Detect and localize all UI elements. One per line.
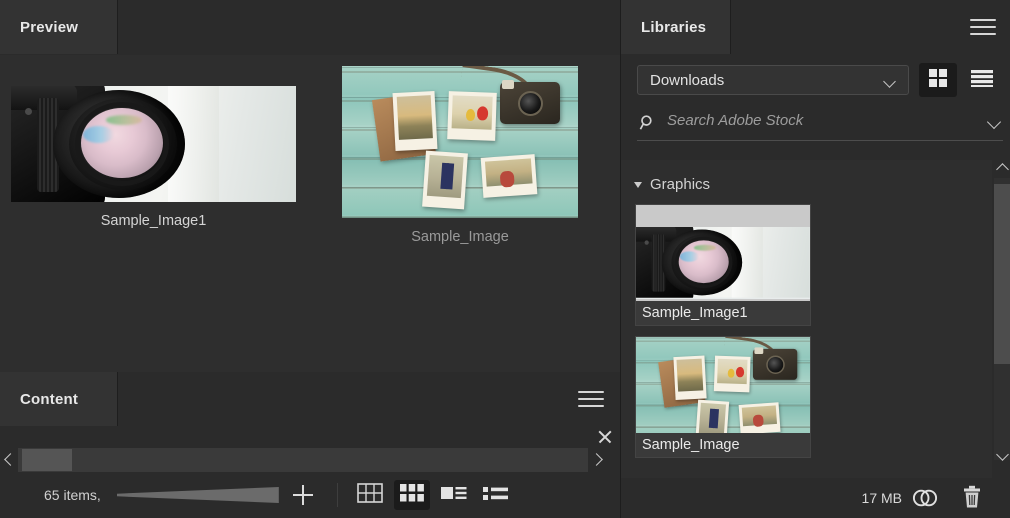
scrollbar-thumb[interactable] (994, 184, 1010, 364)
libraries-tabbar: Libraries (621, 0, 1010, 55)
app-window: Preview Sample_Image1 Sample_Image Conte… (0, 0, 1010, 518)
search-adobe-stock-row[interactable]: Search Adobe Stock (637, 107, 1003, 141)
libraries-footer: 17 MB (621, 478, 1010, 518)
preview-item[interactable]: Sample_Image1 (11, 86, 296, 229)
tab-libraries-label: Libraries (641, 18, 707, 36)
chevron-down-icon (885, 77, 896, 84)
preview-body: Sample_Image1 Sample_Image (0, 55, 620, 372)
tab-preview-label: Preview (20, 18, 79, 36)
grid-outline-icon (357, 482, 383, 508)
hamburger-icon[interactable] (970, 19, 996, 37)
asset-thumbnail (636, 205, 810, 301)
library-asset-item[interactable]: Sample_Image1 (635, 204, 811, 326)
grid-icon (928, 68, 948, 93)
items-count-label: 65 items, (44, 487, 101, 503)
library-select-value: Downloads (650, 71, 725, 89)
group-graphics-header[interactable]: Graphics (634, 176, 711, 193)
asset-thumbnail (636, 337, 810, 433)
chevron-down-icon[interactable] (989, 117, 1001, 125)
content-panel: Content 65 items, (0, 372, 620, 518)
tab-content-label: Content (20, 390, 79, 408)
grid-outline-view-button[interactable] (352, 480, 388, 510)
libraries-toolbar: Downloads Search Adobe Stock (621, 55, 1010, 155)
tab-preview[interactable]: Preview (0, 0, 118, 54)
thumbnail-size-slider[interactable] (116, 487, 279, 503)
grid-filled-icon (399, 483, 424, 508)
list-icon (971, 68, 993, 93)
content-tabbar: Content (0, 372, 620, 426)
preview-item-caption: Sample_Image1 (100, 213, 207, 229)
search-input[interactable]: Search Adobe Stock (667, 112, 803, 129)
library-size-label: 17 MB (861, 490, 902, 506)
chevron-up-icon[interactable] (994, 162, 1010, 178)
breadcrumb (0, 426, 620, 448)
details-icon (440, 483, 467, 508)
horizontal-scrollbar[interactable] (0, 448, 620, 472)
creative-cloud-icon[interactable] (912, 485, 938, 511)
hamburger-icon[interactable] (578, 391, 604, 409)
libraries-vertical-scrollbar[interactable] (992, 160, 1010, 478)
search-icon (639, 114, 657, 132)
triangle-down-icon (634, 181, 642, 188)
tab-content[interactable]: Content (0, 372, 118, 426)
list-view-button[interactable] (478, 480, 514, 510)
scrollbar-track[interactable] (18, 448, 588, 472)
divider (336, 483, 338, 507)
list-icon (482, 483, 509, 508)
library-select[interactable]: Downloads (637, 65, 909, 95)
library-grid-view-button[interactable] (919, 63, 957, 97)
libraries-panel: Libraries Downloads Search Adobe Stock G… (620, 0, 1010, 518)
trash-icon[interactable] (960, 485, 984, 511)
polaroids-on-wood-photo (342, 66, 578, 218)
close-icon[interactable] (595, 427, 615, 447)
library-list-view-button[interactable] (963, 63, 1001, 97)
preview-item-caption: Sample_Image (411, 229, 509, 245)
asset-name: Sample_Image1 (636, 301, 810, 325)
view-mode-buttons (352, 480, 514, 510)
tab-libraries[interactable]: Libraries (621, 0, 731, 54)
asset-name: Sample_Image (636, 433, 810, 457)
scrollbar-thumb[interactable] (22, 449, 72, 471)
preview-tabbar: Preview (0, 0, 620, 55)
preview-panel: Preview Sample_Image1 Sample_Image (0, 0, 620, 372)
chevron-down-icon[interactable] (994, 450, 1010, 466)
plus-icon[interactable] (292, 485, 313, 505)
library-asset-item[interactable]: Sample_Image (635, 336, 811, 458)
group-graphics-label: Graphics (650, 176, 711, 193)
details-view-button[interactable] (436, 480, 472, 510)
left-column: Preview Sample_Image1 Sample_Image Conte… (0, 0, 620, 518)
chevron-right-icon[interactable] (590, 452, 606, 468)
preview-item[interactable]: Sample_Image (342, 66, 578, 245)
libraries-body: Graphics Sample_Image1 Sample_Image (621, 160, 1010, 478)
content-statusbar: 65 items, (0, 472, 620, 518)
thumbnail-grid-view-button[interactable] (393, 480, 430, 510)
chevron-left-icon[interactable] (2, 452, 18, 468)
camera-lens-photo (11, 86, 296, 202)
